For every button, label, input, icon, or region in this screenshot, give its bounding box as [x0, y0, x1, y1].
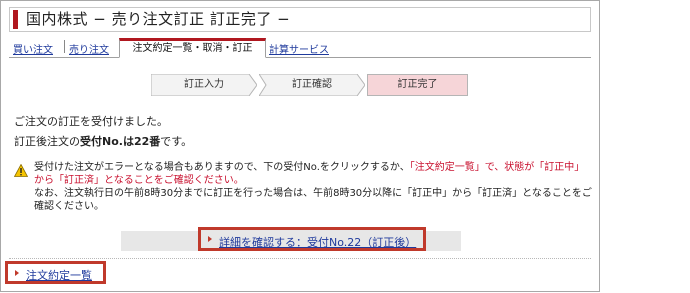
- page-frame: 国内株式 − 売り注文訂正 訂正完了 − 買い注文 売り注文 注文約定一覧・取消…: [0, 0, 600, 292]
- step-input-label: 訂正入力: [184, 79, 224, 90]
- step-input: 訂正入力: [151, 74, 257, 96]
- receipt-number-message: 訂正後注文の受付No.は22番です。: [14, 133, 192, 149]
- receipt-number: 受付No.は22番: [80, 135, 161, 148]
- order-list-highlight: 注文約定一覧: [5, 261, 106, 284]
- arrow-right-icon: [15, 270, 19, 276]
- step-confirm: 訂正確認: [259, 74, 365, 96]
- warning-icon: [14, 164, 28, 177]
- header-accent-bar: [13, 10, 18, 29]
- receipt-suffix: です。: [160, 135, 193, 148]
- tab-bar: 買い注文 売り注文 注文約定一覧・取消・訂正 計算サービス: [9, 38, 591, 58]
- page-title: 国内株式 − 売り注文訂正 訂正完了 −: [26, 10, 291, 28]
- step-confirm-label: 訂正確認: [292, 79, 332, 90]
- confirm-detail-link[interactable]: 詳細を確認する：受付No.22（訂正後）: [219, 234, 416, 250]
- confirm-detail-highlight: 詳細を確認する：受付No.22（訂正後）: [198, 227, 426, 251]
- arrow-right-icon: [208, 236, 212, 242]
- warning-part3: なお、注文執行日の午前8時30分までに訂正を行った場合は、午前8時30分以降に「…: [34, 188, 592, 212]
- tab-order-list[interactable]: 注文約定一覧・取消・訂正: [119, 38, 266, 58]
- tab-calc-service[interactable]: 計算サービス: [269, 41, 329, 56]
- warning-part1: 受付けた注文がエラーとなる場合もありますので、下の受付No.をクリックするか、: [34, 162, 410, 173]
- step-complete: 訂正完了: [367, 74, 468, 96]
- step-complete-label: 訂正完了: [397, 79, 438, 90]
- order-list-link[interactable]: 注文約定一覧: [26, 267, 92, 283]
- tab-sell-order[interactable]: 売り注文: [69, 41, 109, 56]
- tab-separator: [64, 40, 65, 53]
- divider: [9, 258, 591, 259]
- tab-underline: [9, 57, 591, 58]
- accepted-message: ご注文の訂正を受付けました。: [14, 115, 168, 128]
- tab-buy-order[interactable]: 買い注文: [13, 41, 53, 56]
- warning-text: 受付けた注文がエラーとなる場合もありますので、下の受付No.をクリックするか、「…: [34, 161, 594, 213]
- page-header: 国内株式 − 売り注文訂正 訂正完了 −: [9, 7, 591, 32]
- receipt-prefix: 訂正後注文の: [14, 135, 80, 148]
